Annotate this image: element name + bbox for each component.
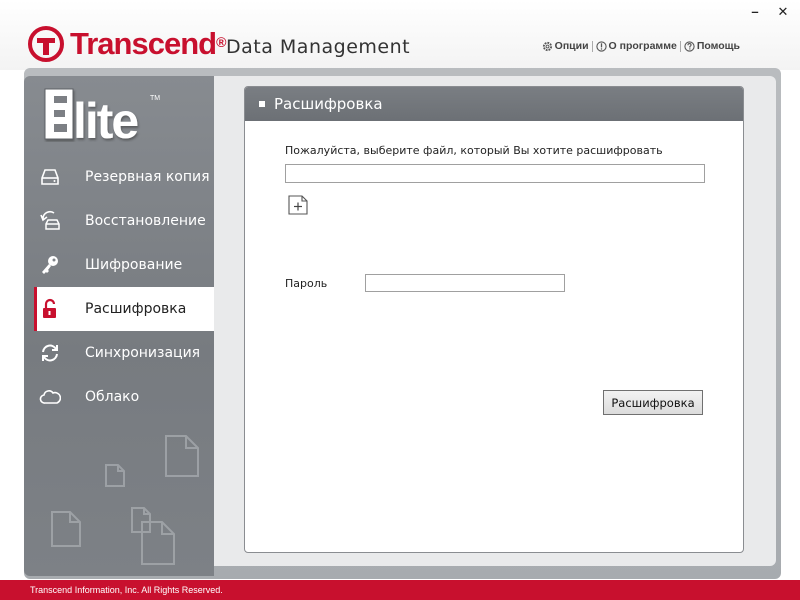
minimize-button[interactable]: – (748, 4, 762, 20)
panel-header: Расшифровка (245, 87, 743, 121)
sidebar-item-label: Синхронизация (85, 345, 201, 361)
info-icon (595, 40, 607, 52)
password-label: Пароль (285, 277, 328, 290)
help-link[interactable]: Помощь (684, 40, 740, 52)
transcend-logo-icon (28, 26, 64, 62)
panel-bullet (259, 101, 265, 107)
unlock-icon (38, 297, 62, 321)
copyright-text: Transcend Information, Inc. All Rights R… (30, 585, 223, 595)
app-title: Data Management (226, 36, 411, 58)
footer: Transcend Information, Inc. All Rights R… (0, 580, 800, 600)
window-controls: – ✕ (748, 4, 790, 20)
registered-mark: ® (216, 34, 227, 50)
sync-icon (38, 341, 62, 365)
sidebar-item-sync[interactable]: Синхронизация (34, 331, 214, 375)
cloud-icon (38, 385, 62, 409)
sidebar-item-encryption[interactable]: Шифрование (34, 243, 214, 287)
app-header: Transcend® Data Management – ✕ Опции О п… (0, 0, 800, 70)
gear-icon (542, 41, 552, 51)
restore-icon (38, 209, 62, 233)
decryption-panel: Расшифровка Пожалуйста, выберите файл, к… (244, 86, 744, 553)
sidebar-item-backup[interactable]: Резервная копия (34, 155, 214, 199)
sidebar-item-restore[interactable]: Восстановление (34, 199, 214, 243)
file-path-input[interactable] (285, 164, 705, 183)
decrypt-button[interactable]: Расшифровка (603, 390, 703, 415)
backup-drive-icon (38, 165, 62, 189)
help-icon (684, 40, 695, 52)
key-icon (38, 253, 62, 277)
top-links: Опции О программе Помощь (542, 40, 740, 52)
about-link[interactable]: О программе (595, 40, 677, 52)
password-input[interactable] (365, 274, 565, 292)
add-file-icon[interactable] (287, 194, 309, 216)
link-separator (591, 40, 593, 52)
options-link[interactable]: Опции (542, 40, 589, 52)
elite-tm: TM (150, 95, 160, 102)
sidebar-item-label: Восстановление (85, 213, 206, 229)
options-label: Опции (554, 40, 589, 52)
link-separator (679, 40, 681, 52)
sidebar-item-label: Облако (85, 389, 140, 405)
elite-logo: lite TM (44, 88, 160, 142)
panel-title: Расшифровка (274, 95, 383, 113)
about-label: О программе (608, 40, 677, 52)
sidebar-item-label: Шифрование (85, 257, 183, 273)
file-prompt-label: Пожалуйста, выберите файл, который Вы хо… (285, 144, 663, 157)
sidebar-item-decryption[interactable]: Расшифровка (34, 287, 214, 331)
close-button[interactable]: ✕ (776, 4, 790, 20)
sidebar-item-label: Резервная копия (85, 169, 210, 185)
svg-text:lite: lite (73, 93, 138, 142)
decorative-file-icons (51, 435, 199, 565)
brand-name: Transcend® (70, 26, 227, 61)
help-label: Помощь (696, 40, 740, 52)
sidebar-item-cloud[interactable]: Облако (34, 375, 214, 419)
sidebar-item-label: Расшифровка (85, 301, 187, 317)
